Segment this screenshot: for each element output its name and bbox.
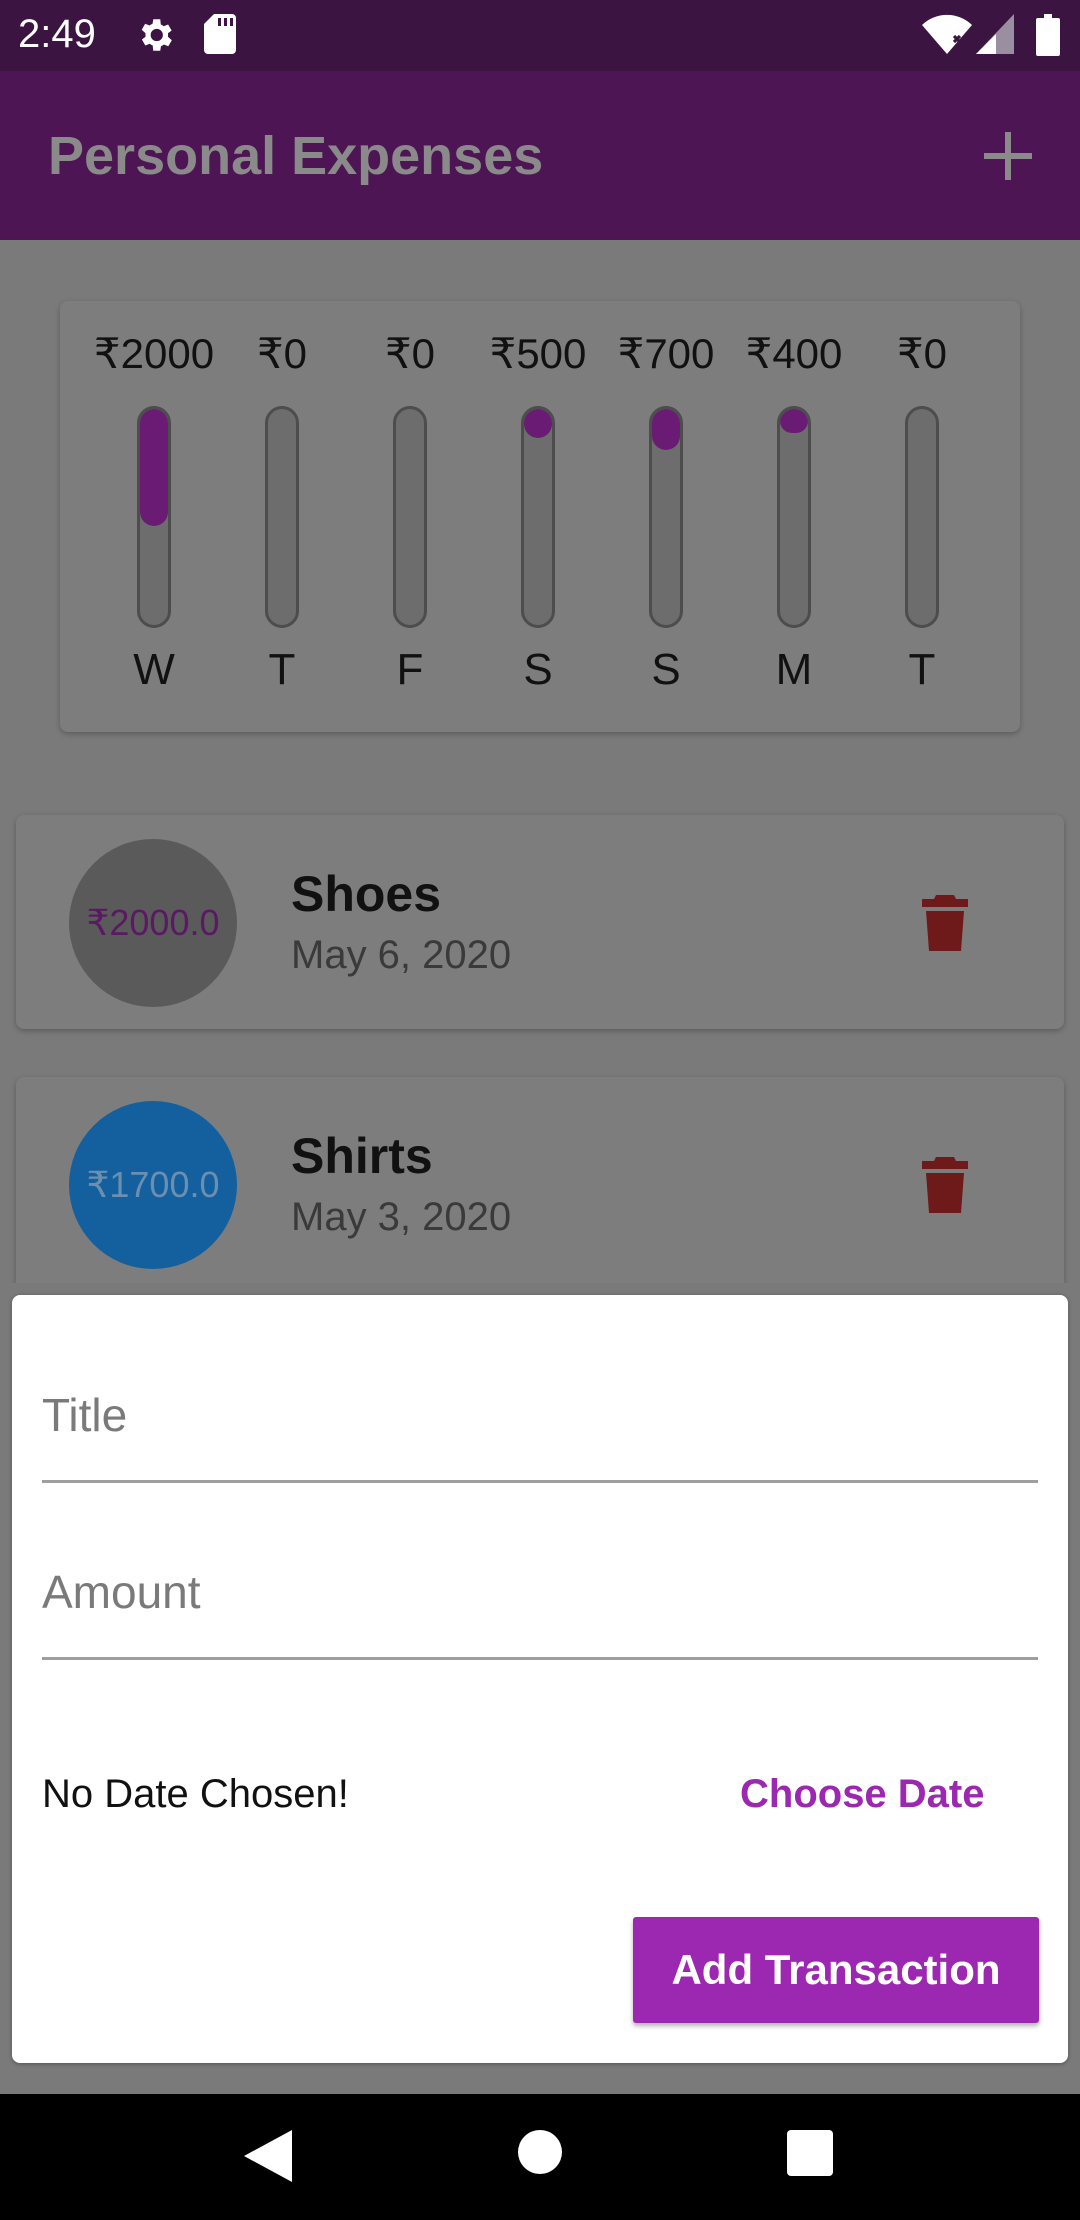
bar-track <box>137 406 171 628</box>
transaction-date: May 3, 2020 <box>291 1195 512 1239</box>
bar-track <box>649 406 683 628</box>
page-title: Personal Expenses <box>48 126 544 186</box>
bar-fill <box>140 409 168 526</box>
date-status: No Date Chosen! <box>42 1772 349 1816</box>
bar-day: T <box>268 645 296 694</box>
bar-fill <box>780 409 808 433</box>
bar-fill <box>652 409 680 451</box>
transaction-title: Shoes <box>291 866 442 922</box>
transaction-title: Shirts <box>291 1128 433 1184</box>
amount-field-wrapper <box>42 1565 1038 1660</box>
amount-avatar: ₹2000.0 <box>69 839 237 1007</box>
bar-track <box>393 406 427 628</box>
choose-date-button[interactable]: Choose Date <box>740 1772 985 1817</box>
bar-fill <box>524 409 552 439</box>
home-icon[interactable] <box>518 2130 562 2174</box>
add-transaction-button[interactable]: Add Transaction <box>633 1917 1039 2023</box>
bar-track <box>521 406 555 628</box>
bar-amount: ₹0 <box>256 330 308 377</box>
title-field-wrapper <box>42 1388 1038 1483</box>
back-icon[interactable] <box>244 2130 292 2182</box>
transaction-card[interactable]: ₹1700.0 Shirts May 3, 2020 <box>16 1077 1064 1283</box>
bar-amount: ₹700 <box>617 330 715 377</box>
bottom-sheet: No Date Chosen! Choose Date Add Transact… <box>0 1283 1080 2094</box>
bar-day: T <box>908 645 936 694</box>
wifi-icon <box>922 14 972 54</box>
bar-day: F <box>396 645 424 694</box>
sd-card-icon <box>204 14 236 54</box>
bar-track <box>905 406 939 628</box>
amount-avatar: ₹1700.0 <box>69 1101 237 1269</box>
navigation-bar <box>0 2094 1080 2220</box>
bar-day: W <box>133 645 175 694</box>
bar-amount: ₹0 <box>384 330 436 377</box>
gear-icon <box>141 19 172 51</box>
bar-amount: ₹400 <box>745 330 843 377</box>
signal-icon <box>976 14 1014 54</box>
title-field[interactable] <box>42 1388 1038 1483</box>
amount-label: ₹2000.0 <box>86 902 220 943</box>
bar-amount: ₹2000 <box>93 330 215 377</box>
recents-icon[interactable] <box>787 2130 833 2176</box>
amount-label: ₹1700.0 <box>86 1164 220 1205</box>
app-bar: Personal Expenses <box>0 71 1080 240</box>
new-transaction-form: No Date Chosen! Choose Date Add Transact… <box>12 1295 1068 2063</box>
battery-icon <box>1036 14 1060 56</box>
bar-day: M <box>775 645 813 694</box>
delete-icon[interactable] <box>922 895 968 951</box>
bar-day: S <box>523 645 553 694</box>
status-time: 2:49 <box>18 12 96 56</box>
bar-track <box>265 406 299 628</box>
bar-day: S <box>651 645 681 694</box>
transaction-card[interactable]: ₹2000.0 Shoes May 6, 2020 <box>16 815 1064 1029</box>
amount-field[interactable] <box>42 1565 1038 1660</box>
bar-track <box>777 406 811 628</box>
plus-icon[interactable] <box>980 128 1036 184</box>
content-area: ₹2000 W ₹0 T ₹0 F ₹500 S ₹700 S ₹400 M ₹… <box>0 240 1080 1283</box>
bar-amount: ₹0 <box>896 330 948 377</box>
status-bar: 2:49 <box>0 0 1080 71</box>
bar-amount: ₹500 <box>489 330 587 377</box>
weekly-chart: ₹2000 W ₹0 T ₹0 F ₹500 S ₹700 S ₹400 M ₹… <box>60 301 1020 732</box>
transaction-date: May 6, 2020 <box>291 933 512 977</box>
delete-icon[interactable] <box>922 1157 968 1213</box>
